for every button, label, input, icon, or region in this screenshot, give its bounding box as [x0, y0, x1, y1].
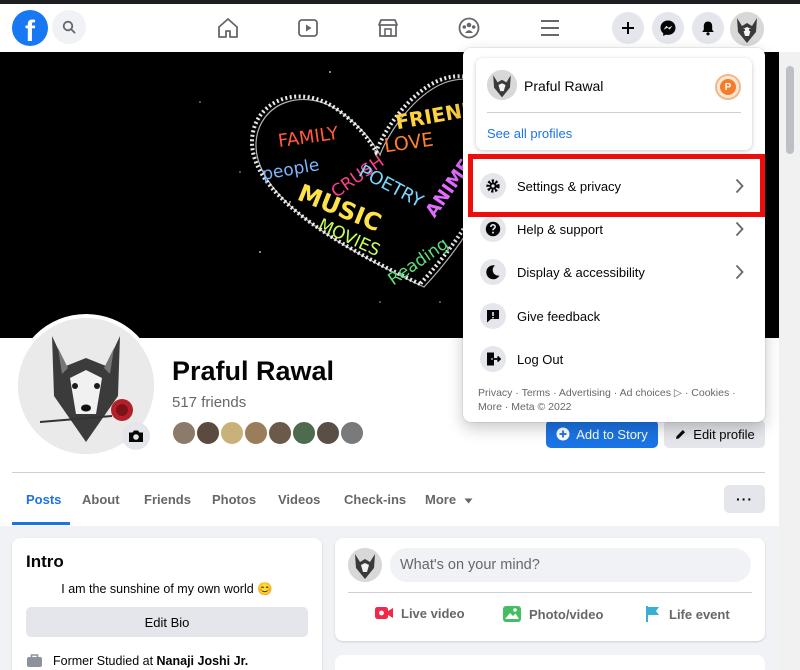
home-icon — [218, 18, 238, 38]
profile-more-options-button[interactable]: ··· — [724, 485, 765, 513]
friend-avatar[interactable] — [195, 420, 221, 446]
intro-bio: I am the sunshine of my own world 😊 — [61, 582, 273, 596]
groups-icon — [458, 17, 480, 39]
chevron-right-icon — [735, 221, 744, 237]
plus-circle-icon — [556, 427, 570, 441]
friend-avatar[interactable] — [339, 420, 365, 446]
profile-card-divider — [487, 112, 741, 113]
edit-bio-button[interactable]: Edit Bio — [26, 607, 308, 637]
friend-avatar[interactable] — [291, 420, 317, 446]
create-button[interactable] — [612, 12, 644, 44]
tab-posts[interactable]: Posts — [26, 492, 61, 507]
scrollbar-thumb[interactable] — [786, 66, 794, 154]
wolf-avatar-icon — [487, 70, 517, 100]
marketplace-tab[interactable] — [374, 14, 402, 42]
wolf-avatar-icon — [730, 12, 764, 46]
friend-avatar[interactable] — [171, 420, 197, 446]
camera-icon — [129, 430, 143, 442]
marketplace-icon — [378, 19, 398, 37]
friends-count[interactable]: 517 friends — [172, 394, 246, 411]
menu-item-give-feedback[interactable]: Give feedback — [480, 298, 750, 334]
moon-icon — [480, 259, 506, 285]
notifications-icon — [702, 21, 714, 36]
live-video-icon — [375, 607, 393, 619]
tab-photos[interactable]: Photos — [212, 492, 256, 507]
tab-more[interactable]: More — [425, 492, 473, 507]
tab-friends[interactable]: Friends — [144, 492, 191, 507]
wolf-avatar-icon — [348, 548, 382, 582]
friend-avatar[interactable] — [243, 420, 269, 446]
composer-avatar[interactable] — [348, 548, 382, 582]
friend-avatar[interactable] — [219, 420, 245, 446]
flag-icon — [646, 606, 659, 622]
caret-down-icon — [464, 498, 473, 504]
life-event-button[interactable]: Life event — [644, 605, 730, 623]
composer-divider — [348, 592, 752, 593]
groups-tab[interactable] — [455, 14, 483, 42]
tab-videos[interactable]: Videos — [278, 492, 320, 507]
profile-name: Praful Rawal — [172, 356, 335, 386]
menu-footer-links[interactable]: Privacy · Terms · Advertising · Ad choic… — [478, 386, 760, 414]
photo-video-button[interactable]: Photo/video — [502, 605, 603, 623]
see-all-profiles-link[interactable]: See all profiles — [487, 126, 572, 141]
update-profile-picture-button[interactable] — [122, 422, 150, 450]
page-profile-switch[interactable]: P — [715, 74, 741, 100]
friend-avatar[interactable] — [267, 420, 293, 446]
top-navigation-bar: f — [0, 0, 800, 52]
messenger-icon — [660, 20, 676, 36]
menu-profile-avatar[interactable] — [487, 70, 517, 100]
create-icon — [622, 22, 634, 34]
profile-divider — [12, 472, 765, 473]
menu-icon — [541, 20, 559, 36]
question-icon — [480, 216, 506, 242]
briefcase-icon — [27, 654, 42, 667]
chevron-right-icon — [735, 264, 744, 280]
watch-tab[interactable] — [294, 14, 322, 42]
menu-profile-name[interactable]: Praful Rawal — [524, 78, 603, 94]
composer-input[interactable]: What's on your mind? — [390, 548, 751, 582]
live-video-button[interactable]: Live video — [374, 605, 465, 621]
add-to-story-button[interactable]: Add to Story — [546, 420, 658, 448]
active-tab-indicator — [12, 522, 70, 525]
intro-title: Intro — [26, 552, 64, 571]
photo-icon — [503, 606, 521, 622]
home-tab[interactable] — [214, 14, 242, 42]
next-card-edge — [335, 655, 765, 670]
search-icon — [62, 20, 76, 34]
search-button[interactable] — [52, 10, 86, 44]
watch-icon — [298, 19, 318, 37]
menu-item-display-accessibility[interactable]: Display & accessibility — [480, 254, 750, 290]
logout-icon — [480, 346, 506, 372]
messenger-button[interactable] — [652, 12, 684, 44]
page-avatar-icon: P — [720, 79, 736, 95]
friend-avatar[interactable] — [315, 420, 341, 446]
edit-profile-button[interactable]: Edit profile — [664, 420, 765, 448]
tab-check-ins[interactable]: Check-ins — [344, 492, 406, 507]
notifications-button[interactable] — [692, 12, 724, 44]
pencil-icon — [676, 429, 686, 439]
account-avatar[interactable] — [730, 12, 764, 46]
tab-about[interactable]: About — [82, 492, 120, 507]
menu-item-log-out[interactable]: Log Out — [480, 341, 750, 377]
intro-education: Former Studied at Nanaji Joshi Jr. — [26, 653, 248, 668]
menu-tab[interactable] — [536, 14, 564, 42]
facebook-logo[interactable]: f — [12, 10, 48, 46]
settings-highlight-box — [468, 154, 765, 217]
feedback-icon — [480, 303, 506, 329]
